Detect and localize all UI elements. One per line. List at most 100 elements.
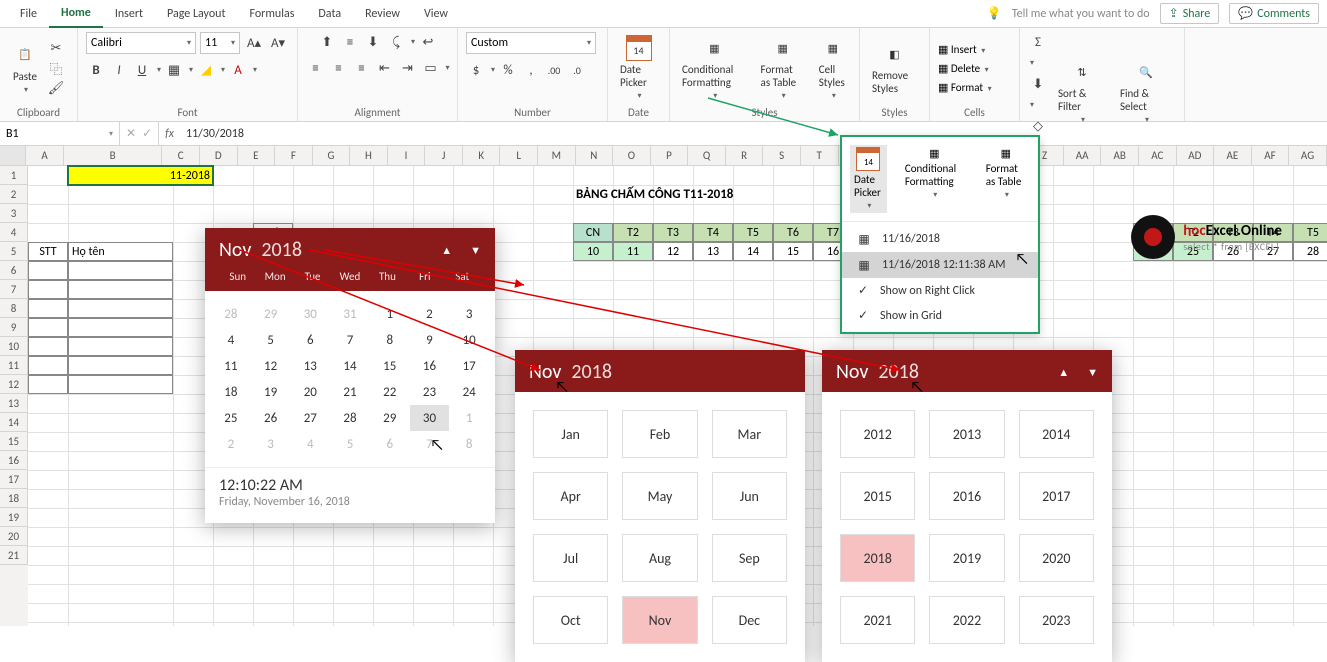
align-top-icon[interactable]: ⬆ [317, 32, 337, 52]
cal-day[interactable]: 5 [330, 431, 370, 457]
enter-icon[interactable]: ✓ [142, 126, 152, 141]
format-as-table-button[interactable]: ▦Format as Table▾ [757, 33, 809, 103]
cal-day[interactable]: 7 [410, 431, 450, 457]
cal-day[interactable]: 29 [251, 301, 291, 327]
format-painter-icon[interactable]: 🖌 [48, 80, 64, 96]
dp-format-table-button[interactable]: ▦Format as Table▾ [982, 145, 1030, 213]
cell[interactable] [28, 375, 68, 394]
col-header[interactable]: AG [1289, 146, 1327, 165]
col-header[interactable]: F [275, 146, 313, 165]
cal-year[interactable]: 2020 [1019, 534, 1094, 582]
cal-day[interactable]: 28 [330, 405, 370, 431]
cal-year[interactable]: 2013 [929, 410, 1004, 458]
cal3-prev-icon[interactable]: ▲ [1058, 366, 1069, 379]
cell[interactable]: 13 [693, 242, 733, 261]
paste-button[interactable]: 📋 Paste▾ [8, 40, 42, 97]
cell[interactable]: T2 [613, 223, 653, 242]
font-size-combo[interactable]: 11▾ [200, 32, 240, 54]
autosum-icon[interactable]: Σ [1028, 32, 1048, 52]
copy-icon[interactable]: ⿻ [48, 60, 64, 76]
cell[interactable] [28, 299, 68, 318]
cal-month[interactable]: Jan [533, 410, 608, 458]
col-header[interactable]: P [651, 146, 689, 165]
col-header[interactable]: O [613, 146, 651, 165]
cell[interactable] [28, 261, 68, 280]
cancel-icon[interactable]: ✕ [126, 126, 136, 141]
indent-decrease-icon[interactable]: ⇤ [375, 58, 395, 78]
name-box[interactable]: B1▾ [0, 122, 120, 145]
col-header[interactable]: N [576, 146, 614, 165]
row-header[interactable]: 21 [0, 546, 28, 565]
dp-item-grid[interactable]: ✓Show in Grid [842, 303, 1038, 328]
cal-day[interactable]: 21 [330, 379, 370, 405]
cut-icon[interactable]: ✂ [48, 40, 64, 56]
cal-month[interactable]: Dec [712, 596, 787, 644]
cal-month[interactable]: Oct [533, 596, 608, 644]
cell[interactable] [28, 318, 68, 337]
cal-day[interactable]: 12 [251, 353, 291, 379]
row-header[interactable]: 7 [0, 280, 28, 299]
align-left-icon[interactable]: ≡ [306, 58, 326, 78]
sort-filter-button[interactable]: ⇅Sort & Filter▾ [1054, 57, 1110, 127]
tab-view[interactable]: View [412, 1, 460, 27]
cal-day[interactable]: 20 [290, 379, 330, 405]
cal-day[interactable]: 16 [410, 353, 450, 379]
row-header[interactable]: 16 [0, 451, 28, 470]
remove-styles-button[interactable]: ◧Remove Styles [868, 39, 921, 97]
number-format-combo[interactable]: Custom▾ [466, 32, 596, 54]
cal-year[interactable]: 2019 [929, 534, 1004, 582]
cell[interactable] [68, 337, 173, 356]
tab-home[interactable]: Home [49, 0, 103, 28]
cell[interactable] [68, 299, 173, 318]
cal1-month[interactable]: Nov [219, 238, 251, 262]
date-picker-menu[interactable]: 14 Date Picker▾ ▦Conditional Formatting▾… [840, 135, 1040, 334]
insert-cells-button[interactable]: ▦ Insert ▾ [938, 43, 992, 56]
cal-month[interactable]: Mar [712, 410, 787, 458]
col-header[interactable]: S [763, 146, 801, 165]
cal-month[interactable]: Jun [712, 472, 787, 520]
row-header[interactable]: 9 [0, 318, 28, 337]
row-header[interactable]: 18 [0, 489, 28, 508]
cal-month[interactable]: Nov [622, 596, 697, 644]
cal-day[interactable]: 24 [449, 379, 489, 405]
cell[interactable]: 28 [1293, 242, 1327, 261]
cal-day[interactable]: 27 [290, 405, 330, 431]
cell[interactable]: T5 [1293, 223, 1327, 242]
cal3-next-icon[interactable]: ▼ [1087, 366, 1098, 379]
percent-icon[interactable]: % [498, 60, 518, 80]
cal-day[interactable]: 9 [410, 327, 450, 353]
delete-cells-button[interactable]: ▦ Delete ▾ [938, 62, 992, 75]
cal-day[interactable]: 13 [290, 353, 330, 379]
decrease-font-icon[interactable]: A▾ [268, 33, 288, 53]
dp-date-picker-button[interactable]: 14 Date Picker▾ [850, 145, 887, 213]
increase-decimal-icon[interactable]: .00 [544, 60, 564, 80]
cal-day[interactable]: 3 [251, 431, 291, 457]
dp-item-date[interactable]: ▦11/16/2018 [842, 226, 1038, 252]
font-name-combo[interactable]: Calibri▾ [86, 32, 196, 54]
cal-day[interactable]: 23 [410, 379, 450, 405]
cal-day[interactable]: 28 [211, 301, 251, 327]
col-header[interactable]: B [64, 146, 163, 165]
row-header[interactable]: 5 [0, 242, 28, 261]
row-header[interactable]: 4 [0, 223, 28, 242]
tab-file[interactable]: File [8, 1, 49, 27]
cal-day[interactable]: 10 [449, 327, 489, 353]
cal-year[interactable]: 2014 [1019, 410, 1094, 458]
col-header[interactable]: J [425, 146, 463, 165]
row-header[interactable]: 6 [0, 261, 28, 280]
cal1-next-icon[interactable]: ▼ [470, 244, 481, 257]
cal-day[interactable]: 7 [330, 327, 370, 353]
col-header[interactable]: E [238, 146, 276, 165]
find-select-button[interactable]: 🔍Find & Select▾ [1116, 57, 1176, 127]
align-right-icon[interactable]: ≡ [352, 58, 372, 78]
col-header[interactable]: AC [1139, 146, 1177, 165]
tab-pagelayout[interactable]: Page Layout [155, 1, 237, 27]
col-header[interactable]: C [162, 146, 200, 165]
cal-month[interactable]: Sep [712, 534, 787, 582]
cal3-year[interactable]: 2018 [878, 360, 919, 384]
cal2-month[interactable]: Nov [529, 360, 561, 384]
cal-day[interactable]: 14 [330, 353, 370, 379]
align-middle-icon[interactable]: ≡ [340, 32, 360, 52]
row-header[interactable]: 12 [0, 375, 28, 394]
cal-day[interactable]: 30 [410, 405, 450, 431]
